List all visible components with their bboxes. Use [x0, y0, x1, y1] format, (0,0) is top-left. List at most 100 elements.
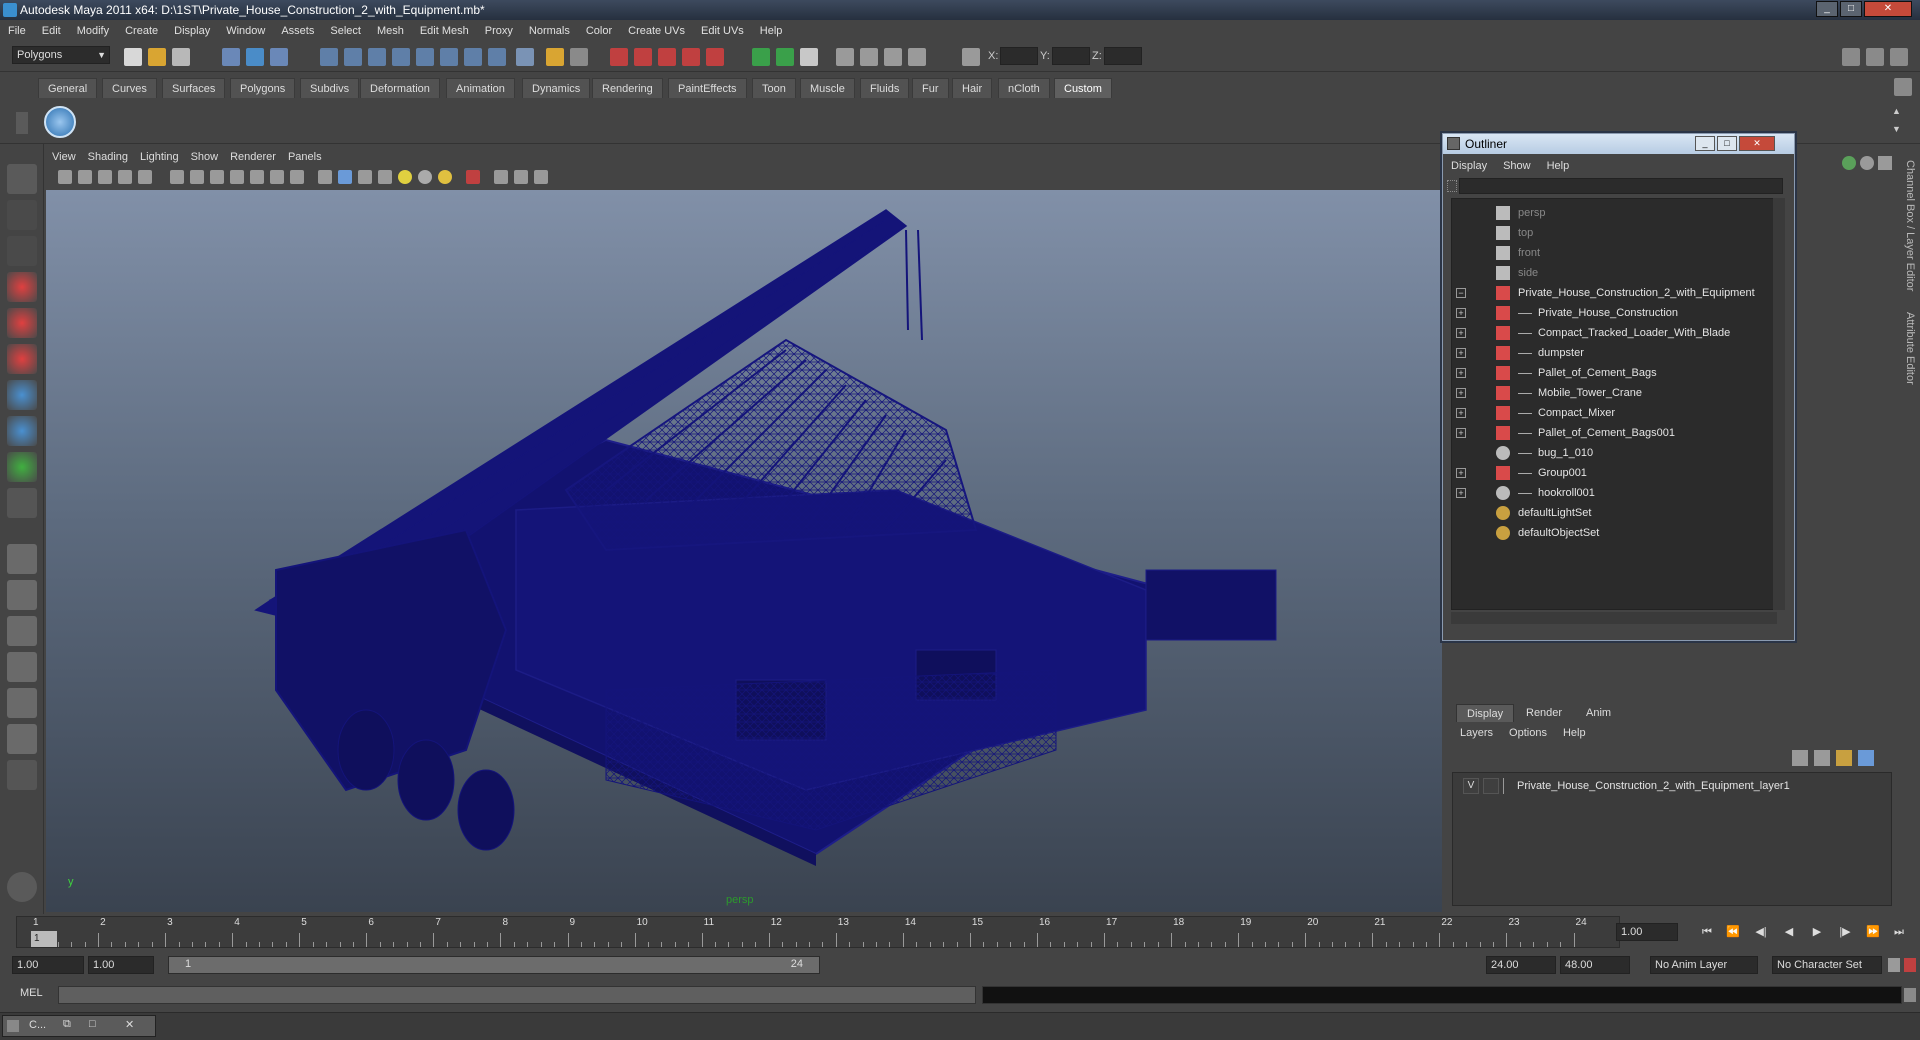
layer-menu-layers[interactable]: Layers [1452, 724, 1501, 742]
y-field[interactable] [1052, 47, 1090, 65]
select-tool-icon[interactable] [7, 164, 37, 194]
expand-icon[interactable]: + [1456, 348, 1466, 358]
command-language-label[interactable]: MEL [20, 987, 43, 999]
expand-icon[interactable]: + [1456, 308, 1466, 318]
auto-key-icon[interactable] [1888, 958, 1900, 972]
tab-polygons[interactable]: Polygons [230, 78, 296, 98]
menu-edit-mesh[interactable]: Edit Mesh [412, 20, 477, 42]
menu-mesh[interactable]: Mesh [369, 20, 412, 42]
last-tool-icon[interactable] [7, 488, 37, 518]
3d-viewport[interactable]: y persp [46, 190, 1442, 912]
outliner-minimize-button[interactable]: _ [1695, 136, 1715, 151]
step-forward-key-icon[interactable]: ⏩ [1866, 926, 1880, 938]
go-to-start-icon[interactable]: ⏮ [1700, 926, 1714, 938]
rotate-tool-icon[interactable] [7, 308, 37, 338]
filter-icon[interactable] [1447, 180, 1457, 192]
render-settings-icon[interactable] [884, 48, 902, 66]
pick-mask-icon[interactable] [344, 48, 362, 66]
grease-pencil-icon[interactable] [138, 170, 152, 184]
image-plane-icon[interactable] [118, 170, 132, 184]
new-layer-selected-icon[interactable] [1858, 750, 1874, 766]
outliner-item[interactable]: + Pallet_of_Cement_Bags001 [1452, 423, 1776, 443]
input-ops-icon[interactable] [752, 48, 770, 66]
channels-icon[interactable] [1842, 156, 1856, 170]
persp-graph-layout-icon[interactable] [7, 652, 37, 682]
outliner-item[interactable]: + hookroll001 [1452, 483, 1776, 503]
play-backwards-icon[interactable]: ◀ [1782, 926, 1796, 938]
render-frame-icon[interactable] [836, 48, 854, 66]
outliner-menu-help[interactable]: Help [1539, 156, 1578, 176]
smooth-shade-icon[interactable] [338, 170, 352, 184]
viewport-menu-view[interactable]: View [46, 148, 82, 166]
menu-normals[interactable]: Normals [521, 20, 578, 42]
playback-end-field[interactable]: 24.00 [1486, 956, 1556, 974]
minimize-button[interactable]: _ [1816, 1, 1838, 17]
close-icon[interactable]: ✕ [125, 1018, 134, 1031]
viewport-menu-show[interactable]: Show [185, 148, 225, 166]
x-field[interactable] [1000, 47, 1038, 65]
menu-create-uvs[interactable]: Create UVs [620, 20, 693, 42]
single-perspective-layout-icon[interactable] [7, 544, 37, 574]
menu-color[interactable]: Color [578, 20, 620, 42]
outliner-menu-display[interactable]: Display [1443, 156, 1495, 176]
current-frame-field[interactable]: 1.00 [1616, 923, 1678, 941]
paint-select-icon[interactable] [7, 236, 37, 266]
tab-general[interactable]: General [38, 78, 98, 98]
pick-mask-icon[interactable] [368, 48, 386, 66]
layer-menu-options[interactable]: Options [1501, 724, 1555, 742]
play-forwards-icon[interactable]: ▶ [1810, 926, 1824, 938]
field-chart-icon[interactable] [250, 170, 264, 184]
outliner-horizontal-scrollbar[interactable] [1451, 612, 1777, 624]
z-field[interactable] [1104, 47, 1142, 65]
playback-start-field[interactable]: 1.00 [88, 956, 154, 974]
snap-curve-icon[interactable] [634, 48, 652, 66]
outliner-close-button[interactable]: ✕ [1739, 136, 1775, 151]
command-input[interactable] [58, 986, 976, 1004]
range-bar[interactable]: 1 24 [168, 956, 820, 974]
four-view-layout-icon[interactable] [7, 580, 37, 610]
lasso-tool-icon[interactable] [7, 200, 37, 230]
camera-attributes-icon[interactable] [78, 170, 92, 184]
output-ops-icon[interactable] [776, 48, 794, 66]
all-lights-icon[interactable] [418, 170, 432, 184]
hypershade-layout-icon[interactable] [7, 688, 37, 718]
save-scene-icon[interactable] [172, 48, 190, 66]
tab-fur[interactable]: Fur [912, 78, 949, 98]
xray-icon[interactable] [494, 170, 508, 184]
tab-rendering[interactable]: Rendering [592, 78, 663, 98]
layer-row[interactable]: V Private_House_Construction_2_with_Equi… [1463, 777, 1883, 795]
safe-title-icon[interactable] [290, 170, 304, 184]
hardware-texturing-icon[interactable] [534, 170, 548, 184]
shelf-scroll-down-icon[interactable]: ▼ [1892, 124, 1906, 138]
outliner-maximize-button[interactable]: □ [1717, 136, 1737, 151]
shelf-scroll-up-icon[interactable]: ▲ [1892, 106, 1906, 120]
script-editor-icon[interactable] [1904, 988, 1916, 1002]
menu-file[interactable]: File [0, 20, 34, 42]
attribute-editor-side-tab[interactable]: Attribute Editor [1896, 312, 1916, 422]
hypershade-icon[interactable] [908, 48, 926, 66]
tab-subdivs[interactable]: Subdivs [300, 78, 360, 98]
menu-edit-uvs[interactable]: Edit UVs [693, 20, 752, 42]
menu-edit[interactable]: Edit [34, 20, 69, 42]
wireframe-on-shaded-icon[interactable] [358, 170, 372, 184]
step-back-frame-icon[interactable]: ◀| [1754, 926, 1768, 938]
viewport-menu-renderer[interactable]: Renderer [224, 148, 282, 166]
move-tool-icon[interactable] [7, 272, 37, 302]
tab-fluids[interactable]: Fluids [860, 78, 910, 98]
tab-custom[interactable]: Custom [1054, 78, 1112, 98]
tab-curves[interactable]: Curves [102, 78, 157, 98]
new-layer-icon[interactable] [1836, 750, 1852, 766]
highlight-selection-icon[interactable] [570, 48, 588, 66]
layer-menu-help[interactable]: Help [1555, 724, 1594, 742]
ipr-render-icon[interactable] [860, 48, 878, 66]
default-lights-icon[interactable] [398, 170, 412, 184]
tab-muscle[interactable]: Muscle [800, 78, 855, 98]
outliner-item[interactable]: + Pallet_of_Cement_Bags [1452, 363, 1776, 383]
expand-icon[interactable]: + [1456, 328, 1466, 338]
expand-icon[interactable]: + [1456, 488, 1466, 498]
end-time-field[interactable]: 48.00 [1560, 956, 1630, 974]
select-camera-icon[interactable] [58, 170, 72, 184]
outliner-item[interactable]: + Mobile_Tower_Crane [1452, 383, 1776, 403]
select-hierarchy-icon[interactable] [222, 48, 240, 66]
shadows-icon[interactable] [438, 170, 452, 184]
